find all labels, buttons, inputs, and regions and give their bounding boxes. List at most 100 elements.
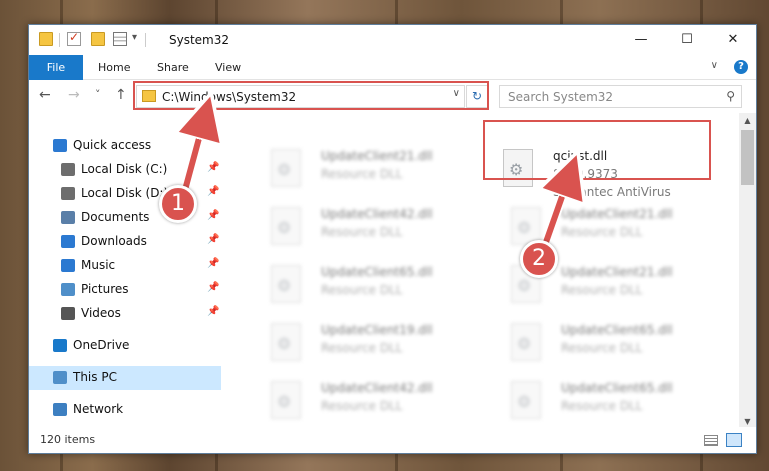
tab-file[interactable]: File [29, 55, 83, 80]
scroll-up-icon[interactable]: ▲ [739, 113, 756, 128]
computer-icon [53, 371, 67, 384]
scroll-thumb[interactable] [741, 130, 754, 185]
search-input[interactable]: Search System32 [508, 90, 613, 104]
dll-file-icon [511, 381, 541, 419]
recent-locations-button[interactable]: ˅ [95, 88, 101, 101]
file-item[interactable]: UpdateClient65.dll Resource DLL [491, 315, 721, 371]
file-type: Resource DLL [561, 399, 643, 413]
tab-view[interactable]: View [215, 55, 241, 80]
sidebar-item-label: Quick access [73, 138, 152, 152]
minimize-button[interactable]: — [618, 25, 664, 55]
file-item[interactable]: UpdateClient42.dll Resource DLL [251, 199, 481, 255]
file-highlight [483, 120, 711, 180]
sidebar-item-label: Local Disk (D:) [81, 186, 169, 200]
sidebar-item-quick-access[interactable]: Quick access [29, 134, 221, 158]
pin-icon[interactable]: 📌 [207, 186, 219, 197]
file-name: UpdateClient42.dll [321, 207, 433, 221]
divider [59, 33, 60, 47]
drive-icon [61, 187, 75, 200]
help-icon[interactable]: ? [734, 60, 748, 74]
forward-button[interactable]: → [68, 87, 80, 103]
sidebar-item-label: Documents [81, 210, 150, 224]
dll-file-icon [271, 207, 301, 245]
large-icons-view-icon[interactable] [726, 433, 742, 447]
file-type: Resource DLL [561, 341, 643, 355]
sidebar-item-pictures[interactable]: Pictures 📌 [29, 278, 221, 302]
sidebar-item-label: Downloads [81, 234, 147, 248]
sidebar-item-label: This PC [73, 370, 117, 384]
folder-icon[interactable] [39, 32, 53, 46]
sidebar-item-music[interactable]: Music 📌 [29, 254, 221, 278]
vertical-scrollbar[interactable]: ▲ ▼ [739, 113, 756, 429]
pin-icon[interactable]: 📌 [207, 282, 219, 293]
sidebar-item-label: Music [81, 258, 116, 272]
sidebar-item-label: Local Disk (C:) [81, 162, 168, 176]
documents-icon [61, 211, 75, 224]
sidebar-item-this-pc[interactable]: This PC [29, 366, 221, 390]
file-name: UpdateClient21.dll [561, 265, 673, 279]
sidebar-item-onedrive[interactable]: OneDrive [29, 334, 221, 358]
search-icon[interactable]: ⚲ [726, 89, 735, 103]
back-button[interactable]: ← [39, 87, 51, 103]
dll-file-icon [271, 381, 301, 419]
sidebar-item-network[interactable]: Network [29, 398, 221, 422]
cloud-icon [53, 339, 67, 352]
sidebar-item-videos[interactable]: Videos 📌 [29, 302, 221, 326]
search-box[interactable]: Search System32 ⚲ [499, 85, 742, 108]
file-company: Symantec AntiVirus [553, 185, 671, 199]
file-type: Resource DLL [321, 399, 403, 413]
videos-icon [61, 307, 75, 320]
sidebar-item-label: OneDrive [73, 338, 130, 352]
file-item[interactable]: UpdateClient42.dll Resource DLL [251, 373, 481, 429]
details-view-icon[interactable] [704, 435, 718, 446]
maximize-button[interactable]: ☐ [664, 25, 710, 55]
pictures-icon [61, 283, 75, 296]
pin-icon[interactable]: 📌 [207, 162, 219, 173]
file-item[interactable]: UpdateClient65.dll Resource DLL [491, 373, 721, 429]
window-title: System32 [169, 33, 230, 47]
file-item[interactable]: UpdateClient65.dll Resource DLL [251, 257, 481, 313]
status-bar: 120 items [29, 427, 756, 453]
ribbon-tabs: File Home Share View ∨ ? [29, 55, 756, 80]
item-count: 120 items [40, 433, 96, 446]
file-type: Resource DLL [321, 225, 403, 239]
customize-icon[interactable] [113, 32, 127, 46]
tab-home[interactable]: Home [98, 55, 130, 80]
navigation-pane: Quick access Local Disk (C:) 📌 Local Disk (… [29, 113, 221, 429]
file-item[interactable]: UpdateClient19.dll Resource DLL [251, 315, 481, 371]
pin-icon[interactable]: 📌 [207, 258, 219, 269]
step-1-badge: 1 [159, 185, 197, 223]
properties-check-icon[interactable] [67, 30, 81, 46]
dll-file-icon [271, 149, 301, 187]
file-name: UpdateClient65.dll [561, 323, 673, 337]
file-type: Resource DLL [321, 167, 403, 181]
pin-icon[interactable]: 📌 [207, 306, 219, 317]
title-bar: ▾ System32 — ☐ ✕ [29, 25, 756, 55]
pin-icon[interactable]: 📌 [207, 234, 219, 245]
file-name: UpdateClient19.dll [321, 323, 433, 337]
file-type: Resource DLL [561, 225, 643, 239]
sidebar-item-label: Network [73, 402, 124, 416]
file-type: Resource DLL [321, 341, 403, 355]
file-name: UpdateClient42.dll [321, 381, 433, 395]
file-name: UpdateClient65.dll [321, 265, 433, 279]
dll-file-icon [511, 323, 541, 361]
up-button[interactable]: ↑ [115, 87, 127, 103]
divider [145, 33, 146, 47]
pin-icon[interactable]: 📌 [207, 210, 219, 221]
quick-access-dropdown-icon[interactable]: ▾ [132, 32, 137, 43]
sidebar-item-label: Pictures [81, 282, 129, 296]
close-button[interactable]: ✕ [710, 25, 756, 55]
file-item[interactable]: UpdateClient21.dll Resource DLL [251, 141, 481, 197]
tab-share[interactable]: Share [157, 55, 189, 80]
network-icon [53, 403, 67, 416]
new-folder-icon[interactable] [91, 32, 105, 46]
star-icon [53, 139, 67, 152]
dll-file-icon [271, 265, 301, 303]
music-icon [61, 259, 75, 272]
file-type: Resource DLL [561, 283, 643, 297]
step-2-badge: 2 [520, 240, 558, 278]
expand-ribbon-icon[interactable]: ∨ [711, 60, 718, 71]
sidebar-item-local-disk-c[interactable]: Local Disk (C:) 📌 [29, 158, 221, 182]
sidebar-item-downloads[interactable]: Downloads 📌 [29, 230, 221, 254]
